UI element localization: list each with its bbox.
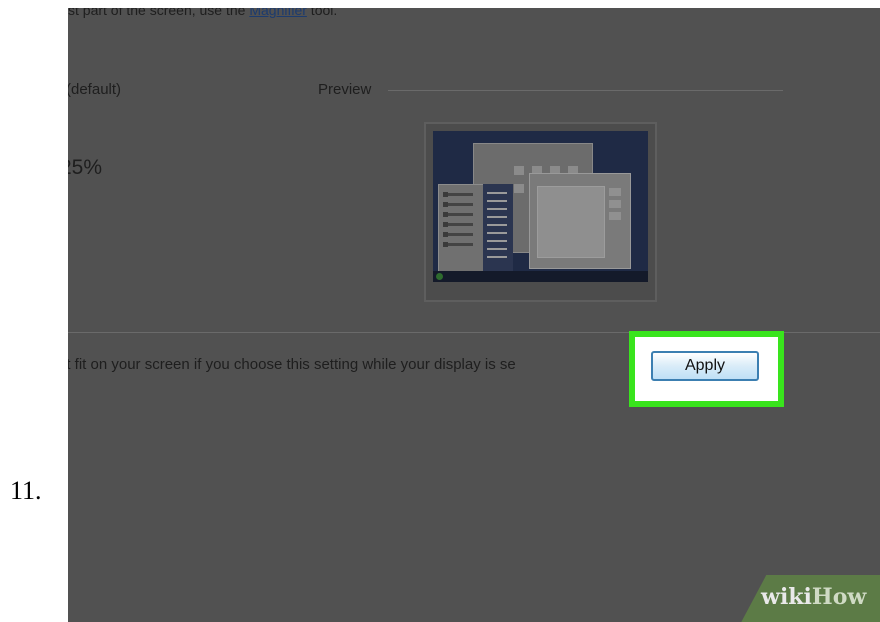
magnifier-hint-suffix: tool. xyxy=(306,8,338,18)
preview-monitor-image xyxy=(424,122,657,302)
preview-window-list xyxy=(483,184,513,277)
step-number: 11. xyxy=(10,476,42,505)
option-percent-label[interactable]: 25% xyxy=(68,156,102,180)
magnifier-hint: st part of the screen, use the Magnifier… xyxy=(68,8,337,18)
option-default-label[interactable]: (default) xyxy=(68,81,121,98)
screen-fit-warning: ot fit on your screen if you choose this… xyxy=(68,356,516,373)
apply-highlight: Apply xyxy=(629,331,784,407)
preview-label: Preview xyxy=(318,81,372,98)
magnifier-hint-prefix: st part of the screen, use the xyxy=(68,8,250,18)
wikihow-logo: wikiHow xyxy=(761,584,866,610)
wikihow-logo-wiki: wiki xyxy=(761,584,812,610)
start-orb-icon xyxy=(436,273,443,280)
preview-divider xyxy=(388,90,783,91)
screenshot-dimmed: st part of the screen, use the Magnifier… xyxy=(68,8,880,622)
preview-window-front xyxy=(529,173,631,269)
preview-window-left xyxy=(438,184,486,281)
wikihow-logo-how: How xyxy=(811,584,867,610)
preview-taskbar xyxy=(433,271,648,282)
preview-screen xyxy=(433,131,648,282)
magnifier-link[interactable]: Magnifier xyxy=(249,8,307,18)
apply-button[interactable]: Apply xyxy=(651,351,759,381)
